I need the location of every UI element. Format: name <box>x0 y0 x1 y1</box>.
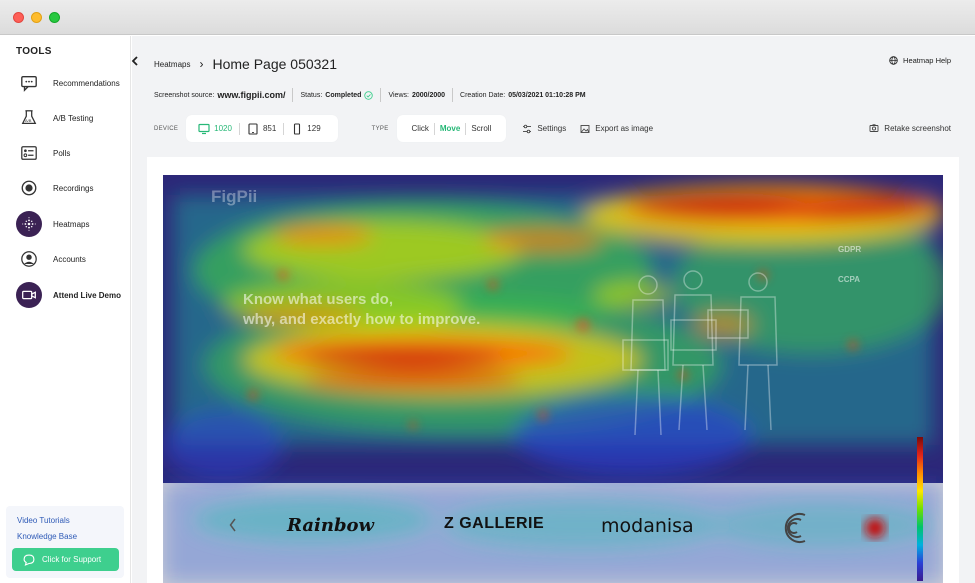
meta-source-value: www.figpii.com/ <box>217 90 286 100</box>
sidebar-item-label: Accounts <box>53 254 86 264</box>
support-button[interactable]: Click for Support <box>12 548 119 571</box>
page-headline-line2: why, and exactly how to improve. <box>243 311 481 328</box>
meta-date: Creation Date: 05/03/2021 01:10:28 PM <box>452 88 593 102</box>
sidebar: TOOLS Recommendations A/B A/B Testing Po… <box>0 36 131 583</box>
user-icon <box>16 246 42 272</box>
meta-date-label: Creation Date: <box>460 91 506 99</box>
close-window-button[interactable] <box>13 12 24 23</box>
export-image-button[interactable]: Export as image <box>580 124 653 134</box>
figpii-logo: FigPii <box>211 187 258 206</box>
settings-label: Settings <box>537 124 567 133</box>
type-scroll-option[interactable]: Scroll <box>465 122 496 135</box>
device-desktop-label: 1020 <box>214 124 232 133</box>
sidebar-item-polls[interactable]: Polls <box>16 138 128 168</box>
sidebar-item-attend-live-demo[interactable]: Attend Live Demo <box>16 280 128 310</box>
chevron-right-icon: › <box>199 57 204 71</box>
gdpr-badge: GDPR <box>838 245 862 254</box>
meta-status-label: Status: <box>300 91 323 99</box>
heatmap-help-link[interactable]: Heatmap Help <box>889 56 951 65</box>
device-tablet-label: 851 <box>262 124 277 133</box>
sidebar-item-recommendations[interactable]: Recommendations <box>16 68 128 98</box>
type-move-option[interactable]: Move <box>433 122 465 135</box>
maximize-window-button[interactable] <box>49 12 60 23</box>
window-titlebar <box>0 0 975 35</box>
meta-views-label: Views: <box>388 91 409 99</box>
record-icon <box>16 175 42 201</box>
heatmap-screenshot[interactable]: FigPii Know what users do, why, and exac… <box>163 175 943 583</box>
page-title: Home Page 050321 <box>212 56 338 72</box>
type-click-option[interactable]: Click <box>407 123 434 135</box>
video-tutorials-link[interactable]: Video Tutorials <box>17 516 70 525</box>
heatmap-icon <box>16 211 42 237</box>
heatmap-toolbar: DEVICE 1020 851 129 TYPE Click Move Scro… <box>154 115 653 142</box>
breadcrumb-heatmaps-link[interactable]: Heatmaps <box>154 60 190 69</box>
sidebar-item-label: Heatmaps <box>53 219 90 229</box>
sidebar-item-accounts[interactable]: Accounts <box>16 244 128 274</box>
meta-source-label: Screenshot source: <box>154 91 215 99</box>
desktop-icon <box>198 123 210 134</box>
breadcrumb: Heatmaps › Home Page 050321 <box>154 56 337 72</box>
meta-views: Views: 2000/2000 <box>380 88 452 102</box>
device-desktop-option[interactable]: 1020 <box>196 123 239 135</box>
sidebar-item-heatmaps[interactable]: Heatmaps <box>16 209 128 239</box>
heatmap-intensity-scale <box>917 437 923 581</box>
chevron-left-icon <box>229 518 236 532</box>
tablet-icon <box>248 122 258 135</box>
minimize-window-button[interactable] <box>31 12 42 23</box>
page-headline: Know what users do, why, and exactly how… <box>243 290 480 330</box>
export-label: Export as image <box>595 124 654 133</box>
page-headline-line1: Know what users do, <box>243 291 394 308</box>
check-circle-icon <box>364 90 374 100</box>
sidebar-item-ab-testing[interactable]: A/B A/B Testing <box>16 103 128 133</box>
screenshot-meta: Screenshot source: www.figpii.com/ Statu… <box>154 88 593 102</box>
meta-status-value: Completed <box>325 91 362 99</box>
main-content: Heatmaps › Home Page 050321 Heatmap Help… <box>131 36 975 583</box>
support-button-label: Click for Support <box>42 555 102 564</box>
meta-views-value: 2000/2000 <box>411 91 446 99</box>
device-selector: 1020 851 129 <box>186 115 338 142</box>
video-camera-icon <box>16 282 42 308</box>
collapse-sidebar-button[interactable] <box>128 54 142 68</box>
sidebar-title: TOOLS <box>16 46 52 57</box>
chevron-left-icon <box>131 56 138 66</box>
device-tablet-option[interactable]: 851 <box>238 122 283 135</box>
brand-logo-rainbow: Rainbow <box>287 515 375 536</box>
globe-icon <box>889 56 898 65</box>
retake-label: Retake screenshot <box>884 123 951 133</box>
sliders-icon <box>523 124 532 133</box>
meta-source: Screenshot source: www.figpii.com/ <box>154 88 292 102</box>
image-icon <box>580 124 590 133</box>
poll-icon <box>16 140 42 166</box>
sidebar-item-label: Recordings <box>53 183 94 193</box>
sidebar-item-recordings[interactable]: Recordings <box>16 173 128 203</box>
heatmap-help-label: Heatmap Help <box>903 56 951 65</box>
svg-text:A/B: A/B <box>25 118 32 123</box>
retake-screenshot-button[interactable]: Retake screenshot <box>869 123 951 133</box>
sidebar-item-label: Attend Live Demo <box>53 290 122 300</box>
sidebar-item-label: Polls <box>53 148 71 158</box>
chat-bubble-icon <box>23 554 35 566</box>
flask-icon: A/B <box>16 105 42 131</box>
meta-status: Status: Completed <box>292 88 380 102</box>
phone-icon <box>294 122 301 135</box>
heatmap-panel: FigPii Know what users do, why, and exac… <box>147 157 959 583</box>
sidebar-item-label: A/B Testing <box>53 113 94 123</box>
ccpa-badge: CCPA <box>838 275 861 284</box>
brand-logo-zgallerie: Z GALLERIE <box>444 515 545 532</box>
settings-button[interactable]: Settings <box>522 124 566 134</box>
type-selector: Click Move Scroll <box>396 115 507 142</box>
knowledge-base-link[interactable]: Knowledge Base <box>17 532 77 541</box>
brand-logo-modanisa: modanisa <box>601 515 694 537</box>
sidebar-item-label: Recommendations <box>53 78 120 88</box>
golf-brand-logo <box>784 513 806 543</box>
type-label: TYPE <box>371 125 389 132</box>
chat-icon <box>16 70 42 96</box>
camera-icon <box>869 124 879 132</box>
device-phone-label: 129 <box>307 124 321 133</box>
heatmap-overlay <box>163 175 943 583</box>
device-label: DEVICE <box>154 125 179 132</box>
meta-date-value: 05/03/2021 01:10:28 PM <box>508 91 586 99</box>
device-phone-option[interactable]: 129 <box>283 122 327 135</box>
people-illustration <box>622 270 778 436</box>
